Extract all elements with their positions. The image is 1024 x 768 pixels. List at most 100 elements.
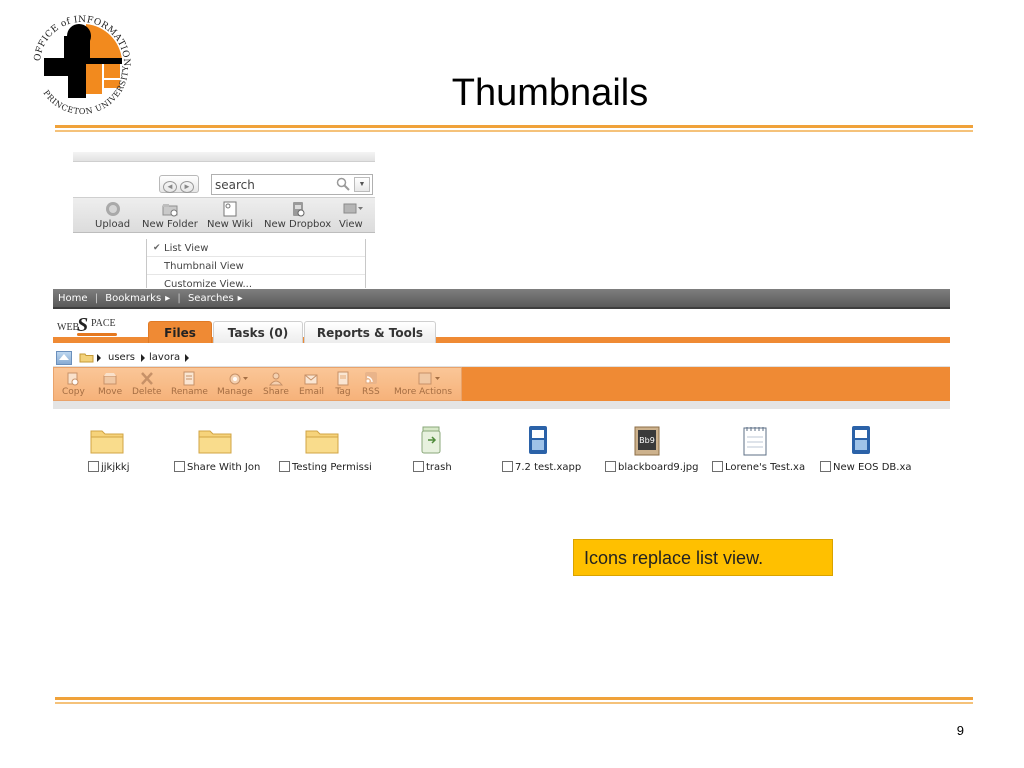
thumbnail-grid: jjkjkkj Share With Jon Testing Permissi … [53, 425, 950, 485]
breadcrumb-lavora[interactable]: lavora [149, 349, 180, 367]
file-checkbox[interactable] [605, 461, 616, 472]
manage-button[interactable]: Manage [217, 371, 253, 397]
nav-home-link[interactable]: Home [58, 293, 88, 304]
new-folder-button[interactable]: New Folder [142, 201, 198, 230]
logo-swoosh [77, 333, 117, 336]
move-icon [102, 371, 118, 386]
title-divider [55, 125, 973, 132]
tab-files[interactable]: Files [148, 321, 212, 343]
file-name: jjkjkkj [101, 462, 130, 473]
rename-icon [181, 371, 197, 386]
more-actions-icon [415, 371, 441, 386]
nav-bookmarks-link[interactable]: Bookmarks [105, 293, 161, 304]
new-folder-icon [161, 201, 179, 217]
search-row: ◄► ▼ [73, 172, 375, 200]
chevron-down-icon[interactable]: ▼ [354, 177, 370, 192]
more-actions-button[interactable]: More Actions [394, 371, 452, 397]
footer-divider [55, 697, 973, 704]
file-checkbox[interactable] [279, 461, 290, 472]
window-top-strip [73, 152, 375, 162]
back-icon[interactable]: ◄ [163, 181, 177, 193]
email-button[interactable]: Email [299, 371, 324, 397]
file-name: New EOS DB.xa [833, 462, 912, 473]
rename-button[interactable]: Rename [171, 371, 208, 397]
actions-panel: Copy Move Delete Rename Manage Share Ema… [53, 367, 462, 401]
folder-icon [197, 425, 233, 457]
file-toolbar: Upload New Folder New Wiki New Dropbox V… [73, 197, 375, 233]
share-button[interactable]: Share [263, 371, 289, 397]
menu-item-list-view[interactable]: ✔ List View [147, 240, 365, 257]
checkmark-icon: ✔ [153, 243, 161, 253]
xapp-file-icon [526, 425, 562, 457]
manage-icon [227, 371, 248, 386]
copy-icon [65, 371, 81, 386]
webspace-screenshot: Home | Bookmarks ▸ | Searches ▸ WEB S PACE… [53, 289, 950, 497]
svg-text:Bb9: Bb9 [639, 436, 655, 445]
tag-button[interactable]: Tag [335, 371, 351, 397]
top-nav-bar: Home | Bookmarks ▸ | Searches ▸ [53, 289, 950, 309]
copy-button[interactable]: Copy [62, 371, 85, 397]
share-icon [268, 371, 284, 386]
file-name: Share With Jon [187, 462, 261, 473]
history-buttons[interactable]: ◄ ► [159, 175, 199, 193]
upload-button[interactable]: Upload [95, 201, 130, 230]
breadcrumb-arrow-icon[interactable] [185, 354, 189, 362]
callout-note: Icons replace list view. [573, 539, 833, 576]
xapp-file-icon [849, 425, 885, 457]
magnifier-icon[interactable] [336, 177, 350, 191]
delete-button[interactable]: Delete [132, 371, 162, 397]
new-wiki-icon [221, 201, 239, 217]
caret-right-icon[interactable]: ▸ [238, 293, 243, 304]
tabs-row: WEB S PACE Files Tasks (0) Reports & Too… [53, 311, 950, 343]
breadcrumb-arrow-icon [141, 354, 145, 362]
file-name: 7.2 test.xapp [515, 462, 582, 473]
nav-searches-link[interactable]: Searches [188, 293, 234, 304]
file-name: trash [426, 462, 452, 473]
search-input[interactable] [212, 175, 330, 194]
view-icon [342, 201, 363, 217]
toolbar-shadow-band [53, 401, 950, 409]
princeton-oit-logo: OFFICE of INFORMATION TECHNOLOGY PRINCET… [20, 0, 140, 122]
toolbar-screenshot: ◄► ▼ Upload New Folder New Wiki [73, 152, 375, 288]
menu-item-customize-view[interactable]: Customize View... [147, 276, 365, 288]
menu-item-thumbnail-view[interactable]: Thumbnail View [147, 258, 365, 275]
new-dropbox-button[interactable]: New Dropbox [264, 201, 331, 230]
rss-button[interactable]: RSS [362, 371, 380, 397]
file-checkbox[interactable] [413, 461, 424, 472]
file-name: blackboard9.jpg [618, 462, 699, 473]
up-folder-icon[interactable] [56, 351, 72, 365]
file-checkbox[interactable] [712, 461, 723, 472]
new-wiki-button[interactable]: New Wiki [207, 201, 253, 230]
file-checkbox[interactable] [174, 461, 185, 472]
caret-right-icon[interactable]: ▸ [165, 293, 170, 304]
file-checkbox[interactable] [502, 461, 513, 472]
file-name: Testing Permissi [292, 462, 372, 473]
file-checkbox[interactable] [88, 461, 99, 472]
tab-reports-tools[interactable]: Reports & Tools [304, 321, 436, 343]
view-dropdown-menu: ✔ List View Thumbnail View Customize Vie… [146, 239, 366, 288]
folder-icon [79, 352, 94, 363]
rss-icon [363, 371, 379, 386]
delete-icon [139, 371, 155, 386]
slide-title: Thumbnails [451, 72, 649, 114]
search-box: ▼ [211, 174, 373, 195]
page-number: 9 [956, 723, 964, 738]
breadcrumb: users lavora [53, 349, 950, 367]
notepad-file-icon [741, 425, 777, 457]
move-button[interactable]: Move [98, 371, 122, 397]
webspace-logo: WEB S PACE [57, 314, 117, 336]
image-file-icon: Bb9 [633, 425, 669, 457]
folder-icon [304, 425, 340, 457]
tag-icon [335, 371, 351, 386]
tab-tasks[interactable]: Tasks (0) [213, 321, 303, 343]
view-button[interactable]: View [339, 201, 363, 230]
trash-icon [417, 425, 453, 457]
action-bar: Copy Move Delete Rename Manage Share Ema… [53, 367, 950, 401]
breadcrumb-users[interactable]: users [108, 349, 135, 367]
email-icon [303, 371, 319, 386]
breadcrumb-arrow-icon [97, 354, 101, 362]
file-name: Lorene's Test.xa [725, 462, 806, 473]
upload-icon [104, 201, 122, 217]
forward-icon[interactable]: ► [180, 181, 194, 193]
file-checkbox[interactable] [820, 461, 831, 472]
